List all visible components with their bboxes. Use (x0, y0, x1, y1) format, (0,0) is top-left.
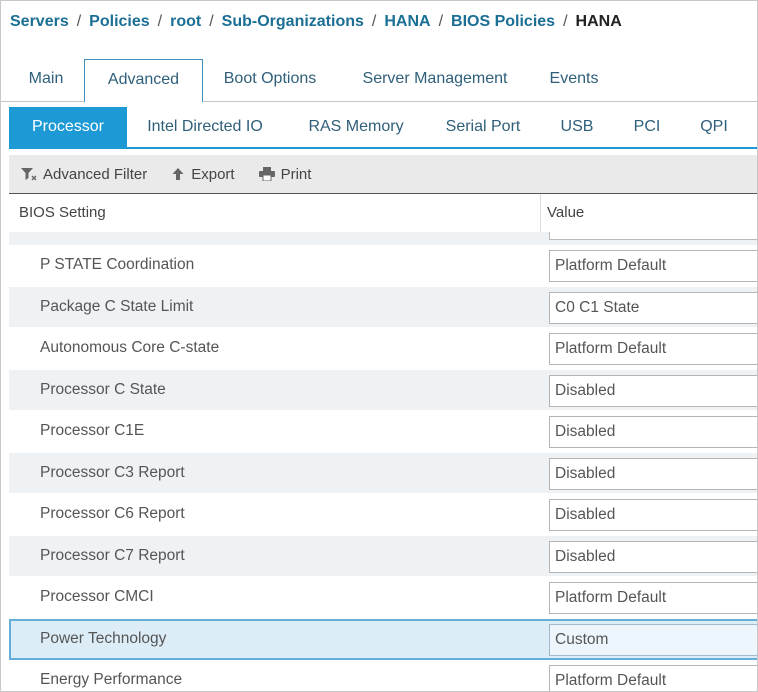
subtab-pci[interactable]: PCI (621, 107, 673, 147)
setting-value: Platform Default (555, 589, 667, 606)
breadcrumb-separator: / (76, 13, 82, 30)
setting-value: Platform Default (555, 672, 667, 689)
partial-value-box (549, 232, 757, 240)
setting-value: Custom (555, 630, 609, 648)
setting-label: Processor C6 Report (40, 505, 185, 522)
main-tab-bar: Main Advanced Boot Options Server Manage… (1, 59, 757, 103)
breadcrumb-separator: / (371, 13, 377, 30)
setting-label: Processor C State (40, 380, 166, 398)
setting-value: Disabled (555, 506, 616, 523)
setting-value-dropdown[interactable]: Platform Default (549, 250, 757, 282)
setting-value: Disabled (555, 381, 616, 399)
setting-value-dropdown[interactable]: Platform Default (549, 333, 757, 365)
column-divider (540, 194, 541, 232)
subtab-qpi[interactable]: QPI (689, 107, 739, 147)
table-row[interactable]: Autonomous Core C-state Platform Default (9, 328, 757, 370)
breadcrumb-hana-org[interactable]: HANA (384, 13, 430, 31)
setting-label: Processor CMCI (40, 588, 154, 605)
tab-server-management[interactable]: Server Management (344, 59, 526, 99)
advanced-filter-button[interactable]: Advanced Filter (21, 166, 147, 183)
setting-label: Processor C3 Report (40, 463, 185, 481)
tab-main[interactable]: Main (9, 59, 83, 99)
breadcrumb-separator: / (438, 13, 444, 30)
setting-value-dropdown[interactable]: Custom (549, 623, 757, 656)
tab-events[interactable]: Events (531, 59, 617, 99)
setting-label: Package C State Limit (40, 297, 194, 315)
setting-label: Autonomous Core C-state (40, 339, 220, 356)
setting-label: Processor C7 Report (40, 546, 185, 564)
setting-value-dropdown[interactable]: Platform Default (549, 665, 757, 691)
setting-value-dropdown[interactable]: Disabled (549, 416, 757, 448)
setting-value-dropdown[interactable]: Platform Default (549, 582, 757, 614)
breadcrumb-policies[interactable]: Policies (89, 13, 149, 31)
table-row[interactable]: Processor C7 Report Disabled (9, 535, 757, 577)
table-toolbar: Advanced Filter Export Print (9, 155, 757, 194)
setting-value-dropdown[interactable]: Disabled (549, 499, 757, 531)
subtab-intel-directed-io[interactable]: Intel Directed IO (135, 107, 275, 147)
breadcrumb-root[interactable]: root (170, 13, 201, 31)
tab-boot-options[interactable]: Boot Options (206, 59, 334, 99)
setting-label: Energy Performance (40, 671, 183, 688)
processor-subtab-bar: Processor Intel Directed IO RAS Memory S… (9, 105, 757, 149)
breadcrumb-bios-policies[interactable]: BIOS Policies (451, 13, 555, 31)
setting-label: Power Technology (40, 629, 167, 647)
subtab-serial-port[interactable]: Serial Port (433, 107, 533, 147)
setting-value-dropdown[interactable]: Disabled (549, 374, 757, 407)
setting-value-dropdown[interactable]: Disabled (549, 540, 757, 573)
setting-value: Disabled (555, 547, 616, 565)
breadcrumb-sub-organizations[interactable]: Sub-Organizations (222, 13, 364, 31)
setting-value: Platform Default (555, 257, 667, 274)
subtab-ras-memory[interactable]: RAS Memory (291, 107, 421, 147)
print-label: Print (280, 165, 312, 183)
setting-value: Disabled (555, 464, 616, 482)
breadcrumb: Servers / Policies / root / Sub-Organiza… (10, 10, 622, 34)
breadcrumb-current-hana: HANA (575, 13, 622, 30)
setting-value-dropdown[interactable]: C0 C1 State (549, 291, 757, 324)
setting-value: C0 C1 State (555, 298, 640, 316)
column-header-value[interactable]: Value (547, 204, 584, 221)
printer-icon (258, 167, 275, 181)
column-header-bios-setting[interactable]: BIOS Setting (19, 204, 106, 221)
export-label: Export (191, 165, 235, 183)
bios-settings-table: P STATE Coordination Platform Default Pa… (9, 245, 757, 691)
breadcrumb-separator: / (157, 13, 163, 30)
tab-advanced[interactable]: Advanced (84, 59, 203, 103)
advanced-filter-label: Advanced Filter (43, 165, 148, 183)
table-row-selected[interactable]: Power Technology Custom (9, 618, 757, 660)
setting-value: Platform Default (555, 340, 667, 357)
setting-value-dropdown[interactable]: Disabled (549, 457, 757, 490)
breadcrumb-separator: / (209, 13, 214, 30)
table-header: BIOS Setting Value (9, 194, 757, 232)
filter-icon (21, 168, 37, 181)
partial-row-above (9, 232, 757, 245)
setting-value: Disabled (555, 423, 616, 440)
bios-policy-panel: Servers / Policies / root / Sub-Organiza… (0, 0, 758, 692)
export-arrow-up-icon (172, 168, 184, 180)
table-row[interactable]: Processor C1E Disabled (9, 411, 757, 453)
table-row[interactable]: Processor C State Disabled (9, 369, 757, 411)
breadcrumb-separator: / (563, 13, 568, 30)
export-button[interactable]: Export (171, 165, 235, 183)
breadcrumb-servers[interactable]: Servers (10, 13, 69, 31)
subtab-processor[interactable]: Processor (9, 107, 127, 147)
setting-label: Processor C1E (40, 422, 145, 439)
subtab-usb[interactable]: USB (549, 107, 605, 147)
print-button[interactable]: Print (258, 165, 312, 183)
table-row[interactable]: Processor CMCI Platform Default (9, 577, 757, 619)
table-row[interactable]: Package C State Limit C0 C1 State (9, 286, 757, 328)
table-row[interactable]: Processor C3 Report Disabled (9, 452, 757, 494)
table-row[interactable]: P STATE Coordination Platform Default (9, 245, 757, 287)
setting-label: P STATE Coordination (40, 256, 195, 273)
table-row[interactable]: Processor C6 Report Disabled (9, 494, 757, 536)
table-row[interactable]: Energy Performance Platform Default (9, 660, 757, 691)
